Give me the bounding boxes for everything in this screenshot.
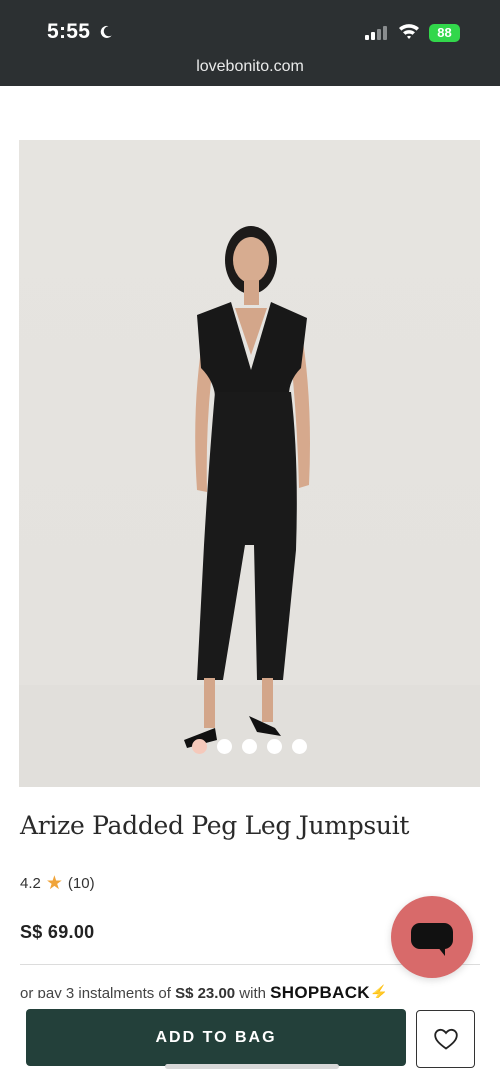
rating-value: 4.2 — [20, 875, 41, 892]
carousel-dot[interactable] — [217, 739, 232, 754]
chat-bubble-tail — [437, 946, 445, 956]
cellular-signal-icon — [365, 26, 387, 40]
product-price: S$ 69.00 — [20, 922, 95, 942]
carousel-pagination — [19, 739, 480, 754]
carousel-dot[interactable] — [192, 739, 207, 754]
carousel-dot[interactable] — [242, 739, 257, 754]
home-indicator — [165, 1064, 339, 1069]
product-rating[interactable]: 4.2 ★ (10) — [20, 874, 95, 893]
battery-indicator: 88 — [429, 24, 460, 42]
add-to-bag-button[interactable]: ADD TO BAG — [26, 1009, 406, 1066]
clock-time: 5:55 — [47, 20, 91, 43]
model-figure — [19, 226, 480, 787]
bottom-action-bar: ADD TO BAG — [0, 998, 500, 1080]
status-bar: 5:55 88 lovebonito.com — [0, 0, 500, 86]
product-image-carousel[interactable] — [19, 140, 480, 787]
product-title: Arize Padded Peg Leg Jumpsuit — [20, 811, 410, 840]
chat-bubble-icon — [411, 923, 453, 949]
chat-button[interactable] — [391, 896, 473, 978]
star-icon: ★ — [45, 873, 63, 894]
clock: 5:55 — [47, 20, 113, 44]
review-count[interactable]: (10) — [68, 875, 95, 892]
carousel-dot[interactable] — [292, 739, 307, 754]
moon-icon — [101, 25, 113, 38]
heart-icon — [433, 1028, 458, 1050]
wifi-icon — [399, 24, 419, 39]
carousel-dot[interactable] — [267, 739, 282, 754]
wishlist-button[interactable] — [416, 1010, 475, 1068]
battery-level: 88 — [437, 25, 452, 40]
address-bar[interactable]: lovebonito.com — [0, 58, 500, 76]
